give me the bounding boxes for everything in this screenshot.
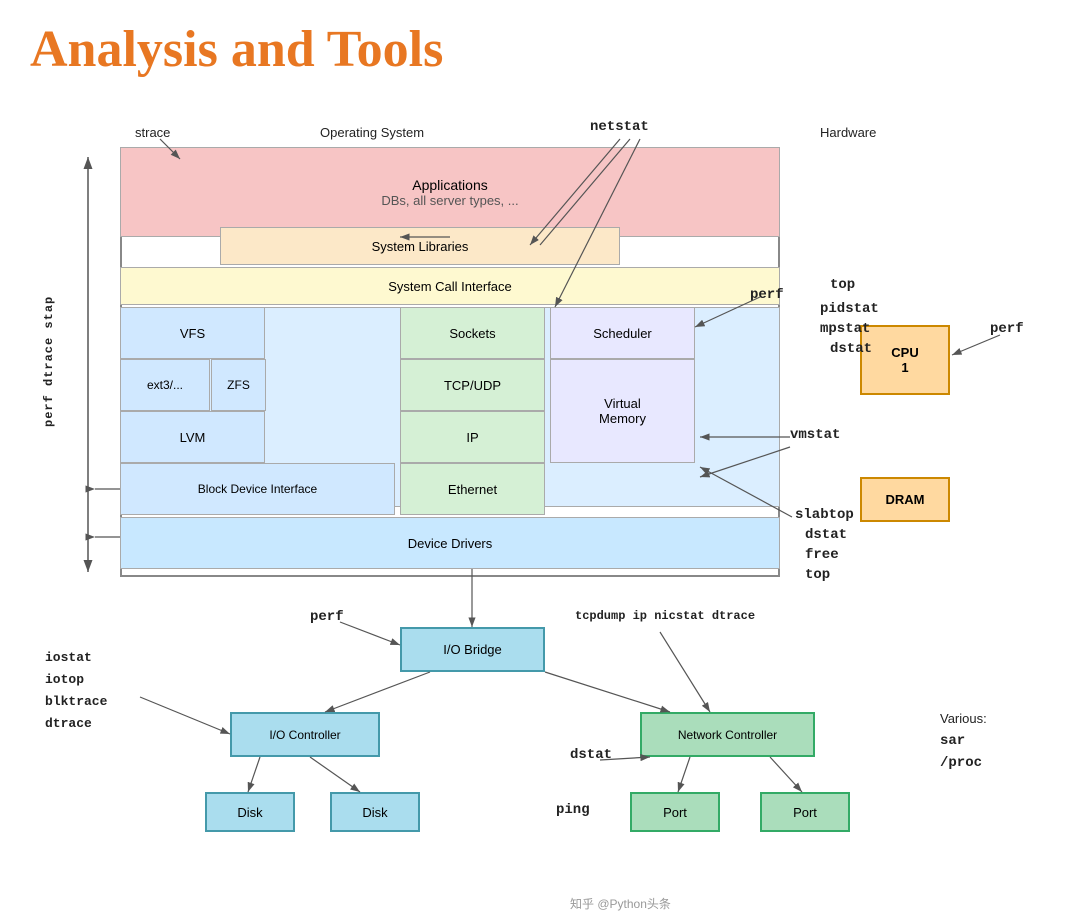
cell-bdi: Block Device Interface <box>120 463 395 515</box>
label-perf-top: perf <box>750 287 784 303</box>
syslib-label: System Libraries <box>372 239 469 254</box>
box-iocontroller: I/O Controller <box>230 712 380 757</box>
cell-ip: IP <box>400 411 545 463</box>
label-iostat-text: iostat <box>45 647 107 669</box>
box-port2: Port <box>760 792 850 832</box>
box-port1: Port <box>630 792 720 832</box>
label-perf-bottom: perf <box>310 609 344 625</box>
page-title: Analysis and Tools <box>30 20 1050 79</box>
box-cpu: CPU 1 <box>860 325 950 395</box>
dram-label: DRAM <box>886 492 925 507</box>
page: Analysis and Tools Applications DBs, all… <box>0 0 1080 837</box>
cell-zfs: ZFS <box>211 359 266 411</box>
watermark: 知乎 @Python头条 <box>570 895 671 912</box>
label-top2: top <box>805 567 830 583</box>
label-blktrace-text: blktrace <box>45 691 107 713</box>
cell-vfs: VFS <box>120 307 265 359</box>
label-os: Operating System <box>320 125 424 140</box>
cpu-label: CPU 1 <box>891 345 918 375</box>
label-dtrace-text: dtrace <box>45 713 107 735</box>
label-free: free <box>805 547 839 563</box>
label-vmstat: vmstat <box>790 427 840 443</box>
box-disk1: Disk <box>205 792 295 832</box>
layer-syslib: System Libraries <box>220 227 620 265</box>
label-iotop-text: iotop <box>45 669 107 691</box>
layer-applications: Applications DBs, all server types, ... <box>120 147 780 237</box>
label-proc-text: /proc <box>940 752 987 774</box>
label-dstat-mid: dstat <box>805 527 847 543</box>
label-tcpdump: tcpdump ip nicstat dtrace <box>575 609 755 623</box>
label-dstat-right: dstat <box>830 341 872 357</box>
diagram-area: Applications DBs, all server types, ... … <box>30 97 1050 817</box>
label-mpstat: mpstat <box>820 321 870 337</box>
label-ping: ping <box>556 802 590 818</box>
syscall-label: System Call Interface <box>388 279 512 294</box>
cell-sockets: Sockets <box>400 307 545 359</box>
label-various-text: Various: <box>940 709 987 730</box>
label-hardware: Hardware <box>820 125 876 140</box>
label-perf-dtrace: perf dtrace stap <box>42 147 56 427</box>
box-disk2: Disk <box>330 792 420 832</box>
label-iostat: iostat iotop blktrace dtrace <box>45 647 107 735</box>
cell-ethernet: Ethernet <box>400 463 545 515</box>
label-sar-text: sar <box>940 730 987 752</box>
layer-syscall: System Call Interface <box>120 267 780 305</box>
label-side-tools: perf dtrace stap <box>42 147 56 427</box>
label-perf-far: perf <box>990 321 1024 337</box>
label-top: top <box>830 277 855 293</box>
cell-scheduler: Scheduler <box>550 307 695 359</box>
cell-lvm: LVM <box>120 411 265 463</box>
layer-drivers: Device Drivers <box>120 517 780 569</box>
applications-text-2: DBs, all server types, ... <box>381 193 518 208</box>
label-strace: strace <box>135 125 170 140</box>
box-iobridge: I/O Bridge <box>400 627 545 672</box>
cell-ext3: ext3/... <box>120 359 210 411</box>
label-dstat-lower: dstat <box>570 747 612 763</box>
applications-text-1: Applications <box>412 177 488 193</box>
box-netcontroller: Network Controller <box>640 712 815 757</box>
label-netstat: netstat <box>590 119 649 135</box>
cell-tcpudp: TCP/UDP <box>400 359 545 411</box>
label-various: Various: sar /proc <box>940 709 987 775</box>
box-dram: DRAM <box>860 477 950 522</box>
label-slabtop: slabtop <box>795 507 854 523</box>
cell-virmem: Virtual Memory <box>550 359 695 463</box>
label-pidstat: pidstat <box>820 301 879 317</box>
